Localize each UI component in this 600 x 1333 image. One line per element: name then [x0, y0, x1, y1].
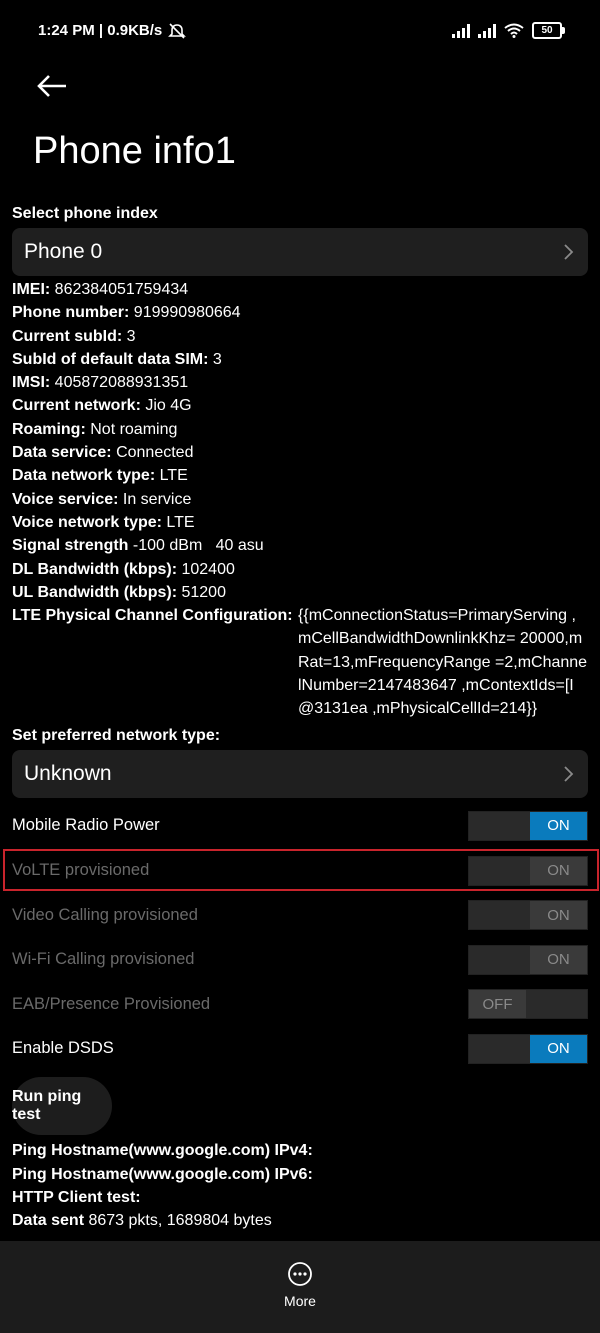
run-ping-test-button[interactable]: Run ping test: [12, 1077, 112, 1136]
info-row-voice-network-type: Voice network type: LTE: [12, 513, 195, 531]
switch-state: ON: [530, 811, 587, 840]
battery-level: 50: [541, 25, 553, 36]
volte-provisioned-switch[interactable]: ON: [468, 855, 588, 886]
switch-state: ON: [530, 945, 587, 974]
wifi-icon: [504, 23, 524, 38]
phone-index-label: Select phone index: [12, 205, 158, 222]
bottom-bar: More: [0, 1241, 600, 1333]
eab-presence-switch[interactable]: OFF: [468, 989, 588, 1020]
info-row-data-service: Data service: Connected: [12, 444, 194, 462]
toggle-row-enable-dsds: Enable DSDS ON: [12, 1027, 588, 1072]
toggle-row-video-calling: Video Calling provisioned ON: [12, 893, 588, 938]
switch-state: ON: [530, 901, 587, 930]
switch-state: ON: [530, 856, 587, 885]
info-row-phone-number: Phone number: 919990980664: [12, 304, 241, 322]
enable-dsds-switch[interactable]: ON: [468, 1033, 588, 1064]
info-row-current-network: Current network: Jio 4G: [12, 397, 192, 415]
signal-icon: [478, 23, 496, 38]
page-title: Phone info1: [33, 130, 236, 172]
info-row-imsi: IMSI: 405872088931351: [12, 374, 189, 392]
phone-index-select[interactable]: Phone 0: [12, 228, 588, 276]
status-right: 50: [452, 22, 565, 39]
info-row-imei: IMEI: 862384051759434: [12, 281, 189, 298]
more-icon: [288, 1262, 312, 1286]
switch-state: ON: [530, 1034, 587, 1063]
phone-info-content: Select phone index Phone 0 IMEI: 8623840…: [3, 205, 599, 1232]
more-button[interactable]: More: [270, 1261, 330, 1309]
back-arrow-icon[interactable]: [34, 70, 74, 102]
status-left: 1:24 PM | 0.9KB/s: [38, 22, 187, 39]
run-ping-test-label: Run ping test: [12, 1088, 82, 1124]
status-time-speed: 1:24 PM | 0.9KB/s: [38, 22, 163, 39]
network-type-value: Unknown: [24, 761, 112, 785]
ping-results: Ping Hostname(www.google.com) IPv4: Ping…: [12, 1139, 588, 1232]
phone-index-value: Phone 0: [24, 240, 103, 263]
switch-state: OFF: [469, 990, 526, 1019]
network-type-label: Set preferred network type:: [12, 726, 221, 744]
wifi-calling-switch[interactable]: ON: [468, 944, 588, 975]
status-bar: 1:24 PM | 0.9KB/s 50: [0, 0, 600, 66]
info-row-lte-config: LTE Physical Channel Configuration: {{mC…: [12, 607, 588, 718]
mute-icon: [168, 22, 187, 39]
video-calling-switch[interactable]: ON: [468, 900, 588, 931]
info-row-ul-bandwidth: UL Bandwidth (kbps): 51200: [12, 583, 226, 601]
toggle-list: Mobile Radio Power ON VoLTE provisioned …: [3, 804, 599, 1072]
battery-icon: 50: [532, 22, 565, 39]
info-list: IMEI: 862384051759434 Phone number: 9199…: [12, 278, 588, 721]
info-row-roaming: Roaming: Not roaming: [12, 420, 178, 438]
ping-row-ipv6: Ping Hostname(www.google.com) IPv6:: [12, 1165, 313, 1183]
ping-row-ipv4: Ping Hostname(www.google.com) IPv4:: [12, 1142, 313, 1160]
chevron-right-icon: [564, 244, 574, 260]
info-row-signal-strength: Signal strength -100 dBm 40 asu: [12, 537, 264, 555]
info-row-default-data-sim: SubId of default data SIM: 3: [12, 350, 222, 368]
info-row-data-network-type: Data network type: LTE: [12, 467, 188, 485]
more-label: More: [284, 1293, 316, 1309]
info-row-current-subid: Current subId: 3: [12, 327, 136, 345]
toggle-row-volte-provisioned: VoLTE provisioned ON: [3, 848, 599, 893]
toggle-row-eab-presence: EAB/Presence Provisioned OFF: [12, 982, 588, 1027]
info-row-dl-bandwidth: DL Bandwidth (kbps): 102400: [12, 560, 235, 578]
mobile-radio-power-switch[interactable]: ON: [468, 810, 588, 841]
network-type-select[interactable]: Unknown: [12, 749, 588, 798]
ping-row-http-client: HTTP Client test:: [12, 1188, 141, 1206]
toggle-row-mobile-radio-power: Mobile Radio Power ON: [12, 804, 588, 849]
ping-row-data-sent: Data sent 8673 pkts, 1689804 bytes: [12, 1212, 272, 1230]
signal-icon: [452, 23, 470, 38]
info-row-voice-service: Voice service: In service: [12, 490, 192, 508]
toggle-row-wifi-calling: Wi-Fi Calling provisioned ON: [12, 937, 588, 982]
chevron-right-icon: [564, 766, 574, 782]
